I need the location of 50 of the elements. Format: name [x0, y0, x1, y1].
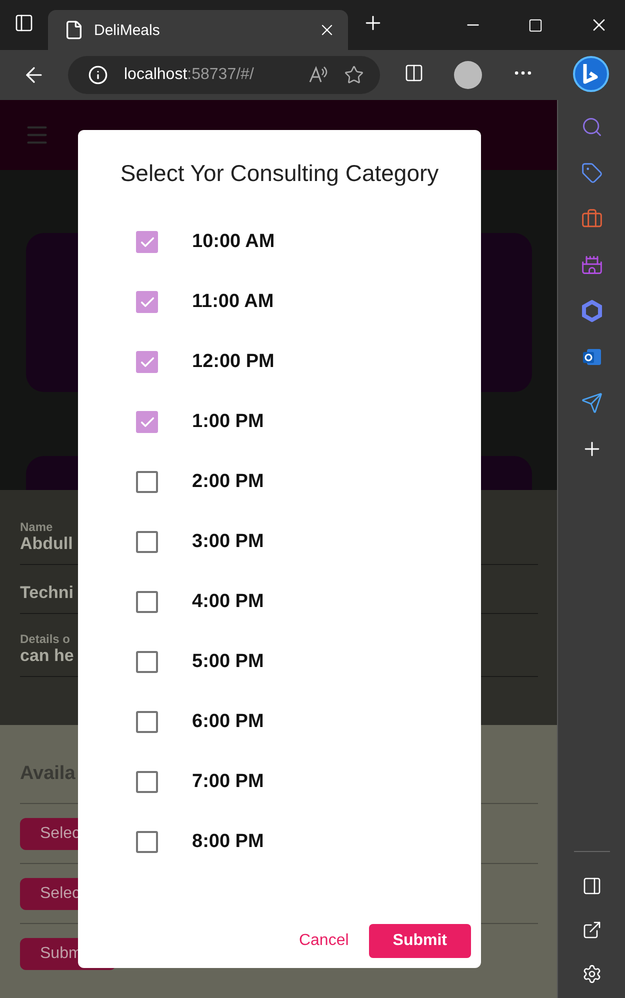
option-label: 10:00 AM	[192, 231, 275, 253]
field-value: Abdull	[20, 534, 73, 554]
option-label: 5:00 PM	[192, 651, 264, 673]
checkbox[interactable]	[136, 711, 158, 733]
option-label: 11:00 AM	[192, 291, 274, 313]
option-label: 12:00 PM	[192, 351, 274, 373]
option-label: 1:00 PM	[192, 411, 264, 433]
field-label: Name	[20, 520, 53, 534]
checkbox[interactable]	[136, 651, 158, 673]
checkbox[interactable]	[136, 771, 158, 793]
tab-title: DeliMeals	[94, 22, 161, 38]
cancel-button[interactable]: Cancel	[296, 924, 351, 958]
read-aloud-icon[interactable]	[308, 65, 328, 85]
option-label: 3:00 PM	[192, 531, 264, 553]
settings-icon[interactable]	[582, 964, 602, 984]
briefcase-icon[interactable]	[580, 208, 602, 230]
option-label: 4:00 PM	[192, 591, 264, 613]
checkbox[interactable]	[136, 591, 158, 613]
chess-piece-icon[interactable]	[580, 254, 602, 276]
external-link-icon[interactable]	[582, 920, 602, 940]
checkbox[interactable]	[136, 351, 158, 373]
checkbox[interactable]	[136, 231, 158, 253]
url-text: localhost:58737/#/	[124, 66, 255, 84]
mail-app-icon[interactable]	[580, 346, 602, 368]
field-label: Details o	[20, 632, 70, 646]
search-icon[interactable]	[580, 116, 602, 138]
checkbox[interactable]	[136, 471, 158, 493]
tag-icon[interactable]	[580, 162, 602, 184]
field-value: Techni	[20, 583, 74, 603]
option-label: 2:00 PM	[192, 471, 264, 493]
split-screen-icon[interactable]	[404, 62, 424, 82]
browser-tab[interactable]: DeliMeals	[48, 10, 348, 50]
paper-plane-icon[interactable]	[580, 392, 602, 414]
field-value: can he	[20, 646, 74, 666]
profile-avatar[interactable]	[454, 61, 482, 89]
checkbox[interactable]	[136, 291, 158, 313]
dialog-title: Select Yor Consulting Category	[120, 160, 439, 187]
favorite-star-icon[interactable]	[344, 65, 364, 85]
info-icon	[88, 65, 108, 85]
submit-button[interactable]: Submit	[368, 924, 471, 958]
checkbox[interactable]	[136, 531, 158, 553]
checkbox[interactable]	[136, 411, 158, 433]
address-field[interactable]: localhost:58737/#/	[68, 56, 380, 94]
option-label: 7:00 PM	[192, 771, 264, 793]
option-label: 6:00 PM	[192, 711, 264, 733]
tab-actions-icon[interactable]	[14, 12, 34, 32]
page-icon	[64, 20, 84, 40]
option-label: 8:00 PM	[192, 831, 264, 853]
sidebar-panel-icon[interactable]	[582, 876, 602, 896]
checkbox[interactable]	[136, 831, 158, 853]
